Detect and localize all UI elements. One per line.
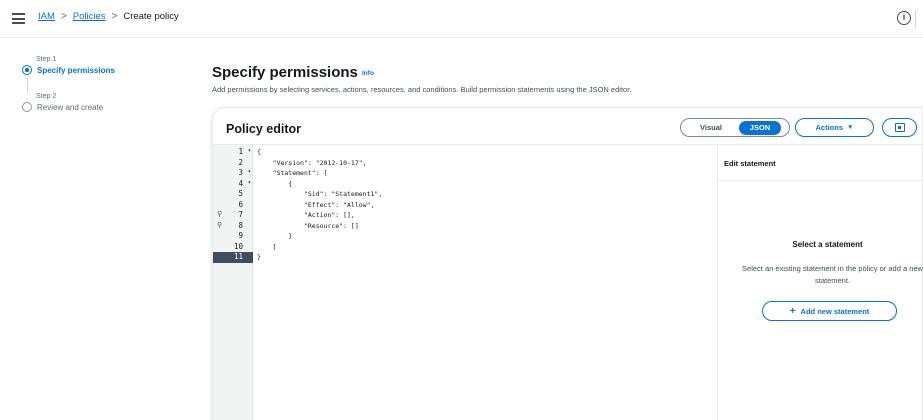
step-1-label: Step 1 [36,56,57,63]
line-number: 8 [238,220,243,230]
visual-toggle-option[interactable]: Visual [683,123,739,132]
code-line[interactable]: } [257,252,261,263]
line-number: 2 [238,157,243,167]
gutter-line-7: 7 ⚲ [213,210,253,221]
breadcrumb-iam[interactable]: IAM [38,11,55,22]
json-toggle-option[interactable]: JSON [739,120,781,135]
json-code-editor[interactable]: 1 ▾ 2 3 ▾ 4 ▾ 5 6 7 ⚲ 8 ⚲ 9 10 11 { "Version": "2012-10… [213,144,717,420]
wizard-steps: Step 1 Specify permissions Step 2 Review… [22,56,192,112]
step-2-title: Review and create [37,102,104,112]
code-line[interactable]: { [257,179,292,190]
line-number: 9 [238,231,243,240]
step-active-icon [22,65,32,75]
toggle-side-panel-button[interactable] [882,118,917,137]
fold-caret-icon[interactable]: ▾ [248,169,251,175]
editor-mode-toggle[interactable]: Visual JSON [680,118,790,137]
gutter-line-10: 10 [213,242,253,253]
line-number: 4 [238,178,243,188]
edit-statement-panel: Edit statement Select a statement Select… [717,144,923,420]
gutter-line-9: 9 [213,231,253,242]
divider [915,10,916,28]
page-description: Add permissions by selecting services, a… [212,85,632,94]
code-line[interactable]: ] [257,242,277,253]
step-inactive-icon [22,102,32,112]
code-line[interactable]: "Statement": [ [257,168,328,179]
code-line[interactable]: "Version": "2012-10-17", [257,158,367,169]
gutter-line-5: 5 [213,189,253,200]
split-panel-icon [894,123,905,132]
step-1[interactable]: Specify permissions [22,65,192,75]
line-number: 10 [233,241,243,251]
breadcrumb: IAM > Policies > Create policy [38,11,179,22]
lint-warning-icon[interactable]: ⚲ [217,210,222,218]
fold-caret-icon[interactable]: ▾ [248,148,251,154]
code-line[interactable]: "Action": [], [257,210,355,221]
code-line[interactable]: { [257,147,261,158]
empty-state-description: Select an existing statement in the poli… [742,264,923,285]
code-line[interactable]: } [257,231,292,242]
line-number: 7 [238,210,243,219]
step-2: Review and create [22,102,192,112]
gutter-line-8: 8 ⚲ [213,221,253,232]
line-number: 6 [238,199,243,209]
step-1-title[interactable]: Specify permissions [37,66,115,75]
line-number: 3 [238,168,243,177]
policy-editor-card: Policy editor Visual JSON Actions ▼ 1 ▾ 2 3… [212,107,923,420]
edit-statement-header: Edit statement [718,145,923,181]
gutter-line-3: 3 ▾ [213,168,253,179]
add-new-statement-button[interactable]: + Add new statement [762,301,897,321]
code-line[interactable]: "Sid": "Statement1", [257,189,382,200]
code-line[interactable]: "Effect": "Allow", [257,200,374,211]
plus-icon: + [789,305,796,317]
actions-label: Actions [815,123,844,132]
breadcrumb-separator: > [60,11,67,22]
step-connector [27,78,28,93]
line-number: 5 [238,189,243,198]
gutter-line-1: 1 ▾ [213,147,253,158]
top-navigation-bar: IAM > Policies > Create policy i [0,0,923,38]
breadcrumb-separator: > [111,11,118,22]
empty-state-title: Select a statement [792,240,863,249]
page-title: Specify permissions [212,64,358,81]
code-line[interactable]: "Resource": [] [257,221,359,232]
breadcrumb-policies[interactable]: Policies [73,11,106,22]
caret-down-icon: ▼ [847,124,854,131]
info-link[interactable]: Info [362,70,374,77]
policy-editor-title: Policy editor [226,122,302,136]
line-number: 11 [233,252,243,261]
breadcrumb-create-policy: Create policy [123,11,179,22]
gutter-line-2: 2 [213,158,253,169]
add-new-statement-label: Add new statement [800,306,870,316]
gutter-line-4: 4 ▾ [213,179,253,190]
step-2-label: Step 2 [36,93,57,100]
menu-icon[interactable] [12,13,25,24]
gutter-line-11: 11 [213,252,253,263]
info-icon[interactable]: i [897,11,911,25]
lint-warning-icon[interactable]: ⚲ [217,221,222,229]
gutter-line-6: 6 [213,200,253,211]
line-number: 1 [238,147,243,156]
actions-dropdown-button[interactable]: Actions ▼ [795,118,874,137]
fold-caret-icon[interactable]: ▾ [248,180,251,186]
